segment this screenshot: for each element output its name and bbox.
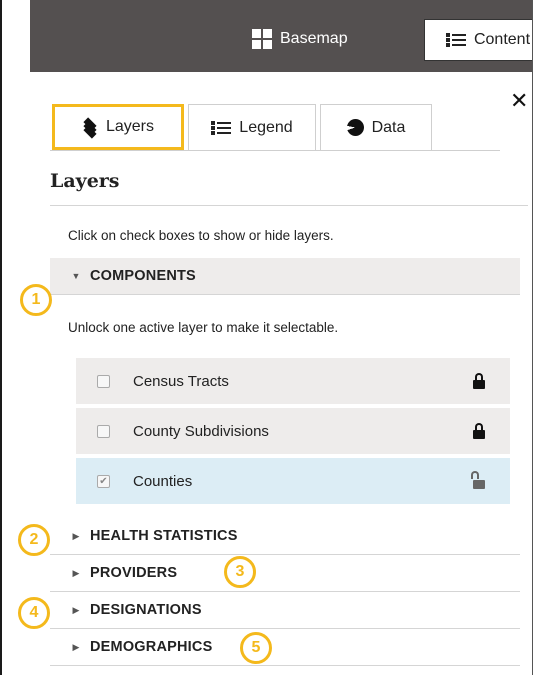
tab-legend-label: Legend (239, 118, 293, 136)
caret-right-icon: ▶ (72, 604, 80, 615)
caret-right-icon: ▶ (72, 530, 80, 541)
layer-name: County Subdivisions (133, 422, 269, 440)
group-divider (50, 294, 520, 295)
tab-data[interactable]: Data (320, 104, 432, 150)
caret-down-icon: ▼ (71, 271, 81, 281)
lock-icon[interactable] (470, 422, 488, 440)
group-components-header[interactable]: ▼ COMPONENTS (50, 258, 520, 294)
basemap-label: Basemap (280, 30, 348, 47)
basemap-grid-icon (252, 29, 272, 49)
callout-badge: 1 (20, 284, 52, 316)
callout-badge: 3 (224, 556, 256, 588)
layers-icon (82, 117, 98, 139)
group-demographics-label: DEMOGRAPHICS (90, 639, 213, 655)
group-providers-header[interactable]: ▶ PROVIDERS (50, 555, 520, 591)
group-providers-label: PROVIDERS (90, 565, 178, 581)
title-divider (50, 205, 528, 206)
layers-instructions: Click on check boxes to show or hide lay… (68, 228, 334, 243)
group-demographics-header[interactable]: ▶ DEMOGRAPHICS (50, 629, 520, 665)
tab-data-label: Data (371, 118, 406, 136)
top-toolbar: Basemap Content (30, 0, 540, 72)
tabs-divider (50, 150, 500, 151)
pie-chart-icon (346, 119, 364, 136)
window-right-border (532, 0, 540, 675)
callout-badge: 4 (18, 597, 50, 629)
lock-icon[interactable] (470, 372, 488, 390)
layer-name: Counties (133, 472, 193, 490)
group-health-statistics-label: HEALTH STATISTICS (90, 528, 238, 544)
close-icon[interactable]: ✕ (510, 90, 528, 112)
tab-layers[interactable]: Layers (52, 104, 184, 150)
layer-checkbox-checked[interactable]: ✔ (97, 474, 110, 488)
group-components-label: COMPONENTS (90, 268, 196, 284)
group-designations-header[interactable]: ▶ DESIGNATIONS (50, 592, 520, 628)
panel-title: Layers (50, 170, 120, 192)
caret-right-icon: ▶ (72, 567, 80, 578)
list-icon (211, 120, 232, 136)
layer-row-county-subdivisions: County Subdivisions (76, 408, 510, 454)
content-button[interactable]: Content (424, 19, 540, 61)
window-left-border (0, 0, 2, 675)
layer-checkbox[interactable] (97, 374, 110, 388)
list-icon (445, 32, 466, 48)
layer-name: Census Tracts (133, 372, 229, 390)
layer-row-census-tracts: Census Tracts (76, 358, 510, 404)
group-health-statistics-header[interactable]: ▶ HEALTH STATISTICS (50, 518, 520, 554)
callout-badge: 2 (18, 524, 50, 556)
components-hint: Unlock one active layer to make it selec… (68, 320, 339, 335)
layer-checkbox[interactable] (97, 424, 110, 438)
layer-row-counties: ✔ Counties (76, 458, 510, 504)
caret-right-icon: ▶ (72, 641, 80, 652)
basemap-button[interactable]: Basemap (252, 24, 348, 54)
callout-badge: 5 (240, 632, 272, 664)
tab-layers-label: Layers (105, 118, 155, 135)
content-label: Content (473, 31, 531, 48)
tab-legend[interactable]: Legend (188, 104, 316, 150)
group-divider (50, 665, 520, 666)
unlock-icon[interactable] (470, 471, 488, 490)
group-designations-label: DESIGNATIONS (90, 602, 202, 618)
